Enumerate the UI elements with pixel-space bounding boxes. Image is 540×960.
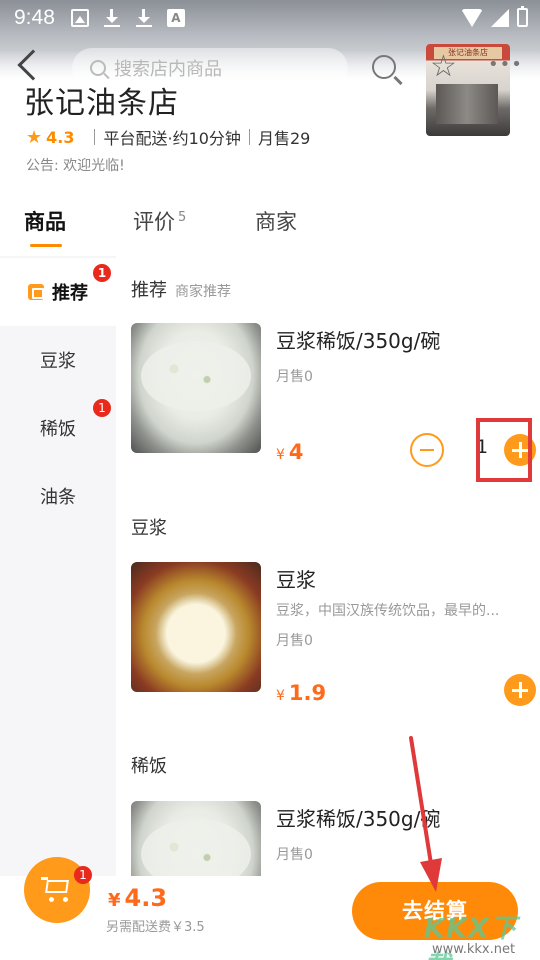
product-item[interactable]: 豆浆稀饭/350g/碗 月售0 ¥4 1 — [131, 323, 536, 467]
product-price: ¥4 — [276, 440, 304, 464]
recommend-tag-icon — [28, 284, 44, 300]
store-photo-door — [436, 84, 498, 124]
product-image[interactable] — [131, 562, 261, 692]
sidebar-item-label: 油条 — [40, 487, 76, 508]
add-item-button[interactable] — [504, 674, 536, 706]
tab-merchant-label: 商家 — [255, 210, 297, 234]
tab-reviews-count: 5 — [178, 210, 187, 225]
sidebar-item-label: 稀饭 — [40, 419, 76, 440]
category-sidebar: 推荐 1 豆浆 稀饭 1 油条 — [0, 256, 116, 896]
status-bar: 9:48 A — [0, 0, 540, 36]
tab-bar: 商品 评价 5 商家 — [0, 200, 540, 250]
watermark-url: www.kkx.net — [432, 942, 516, 957]
section-title-text: 推荐 — [131, 280, 167, 301]
annotation-highlight-box — [476, 418, 532, 482]
product-sales: 月售0 — [276, 847, 313, 863]
sidebar-item-soymilk[interactable]: 豆浆 — [0, 326, 116, 394]
price-value: 4 — [288, 440, 304, 464]
sidebar-item-porridge[interactable]: 稀饭 1 — [0, 394, 116, 462]
store-name: 张记油条店 — [24, 86, 179, 121]
section-title-recommended: 推荐 商家推荐 — [131, 276, 231, 302]
a-notification-icon: A — [166, 9, 185, 27]
cart-total-value: 4.3 — [124, 884, 168, 912]
sidebar-item-youtiao[interactable]: 油条 — [0, 462, 116, 530]
rating-star-icon: ★ — [26, 126, 43, 148]
annotation-arrow — [409, 736, 442, 892]
wifi-icon — [461, 8, 483, 27]
section-title-soymilk: 豆浆 — [131, 514, 167, 540]
product-item[interactable]: 豆浆稀饭/350g/碗 月售0 — [131, 801, 531, 876]
product-sales: 月售0 — [276, 633, 313, 649]
product-list: 推荐 商家推荐 豆浆稀饭/350g/碗 月售0 ¥4 1 豆浆 豆浆 豆浆，中国汉… — [116, 256, 540, 876]
tab-products[interactable]: 商品 — [24, 206, 66, 236]
site-watermark: KKX下载 www.kkx.net — [418, 906, 538, 960]
search-icon — [90, 60, 106, 76]
download-icon — [103, 9, 121, 27]
section-title-text: 豆浆 — [131, 518, 167, 539]
monthly-sales: 月售29 — [257, 129, 311, 148]
signal-icon — [491, 8, 509, 27]
tab-reviews[interactable]: 评价 5 — [133, 206, 186, 236]
divider-2 — [248, 129, 250, 145]
cart-count-badge: 1 — [74, 866, 92, 884]
cart-total: ¥4.3 — [108, 884, 167, 912]
store-meta: ★ 4.3 平台配送·约10分钟 月售29 — [26, 125, 310, 149]
tab-products-label: 商品 — [24, 210, 66, 234]
product-name: 豆浆 — [276, 568, 316, 592]
product-name: 豆浆稀饭/350g/碗 — [276, 329, 441, 353]
status-time: 9:48 — [14, 6, 55, 29]
more-icon[interactable]: ••• — [488, 54, 523, 75]
battery-icon — [517, 6, 528, 27]
product-image[interactable] — [131, 323, 261, 453]
section-title-porridge: 稀饭 — [131, 752, 167, 778]
tab-merchant[interactable]: 商家 — [255, 206, 297, 236]
store-rating: 4.3 — [46, 127, 75, 147]
image-notification-icon — [70, 9, 89, 27]
delivery-info: 平台配送·约10分钟 — [103, 129, 241, 148]
product-image[interactable] — [131, 801, 261, 876]
currency-symbol: ¥ — [108, 890, 121, 911]
product-sales: 月售0 — [276, 369, 313, 385]
product-item[interactable]: 豆浆 豆浆，中国汉族传统饮品，最早的... 月售0 ¥1.9 — [131, 562, 536, 706]
currency-symbol: ¥ — [276, 688, 285, 704]
sidebar-item-label: 豆浆 — [40, 351, 76, 372]
sidebar-item-label: 推荐 — [52, 283, 88, 304]
divider — [94, 129, 96, 145]
section-subtitle: 商家推荐 — [175, 284, 231, 300]
shopping-cart-icon — [41, 877, 71, 902]
product-description: 豆浆，中国汉族传统饮品，最早的... — [276, 603, 500, 619]
favorite-star-icon[interactable]: ☆ — [430, 52, 457, 82]
product-price: ¥1.9 — [276, 681, 326, 705]
decrease-quantity-button[interactable] — [410, 433, 444, 467]
sidebar-item-recommended[interactable]: 推荐 1 — [0, 258, 116, 326]
category-badge: 1 — [93, 264, 111, 282]
currency-symbol: ¥ — [276, 447, 285, 463]
category-badge: 1 — [93, 399, 111, 417]
search-button-icon[interactable] — [372, 55, 396, 79]
delivery-fee: 另需配送费￥3.5 — [106, 920, 205, 935]
tab-active-indicator — [30, 244, 62, 247]
store-notice: 公告: 欢迎光临! — [26, 158, 125, 174]
section-title-text: 稀饭 — [131, 756, 167, 777]
download-icon-2 — [135, 9, 153, 27]
tab-reviews-label: 评价 — [133, 210, 175, 234]
price-value: 1.9 — [288, 681, 327, 705]
